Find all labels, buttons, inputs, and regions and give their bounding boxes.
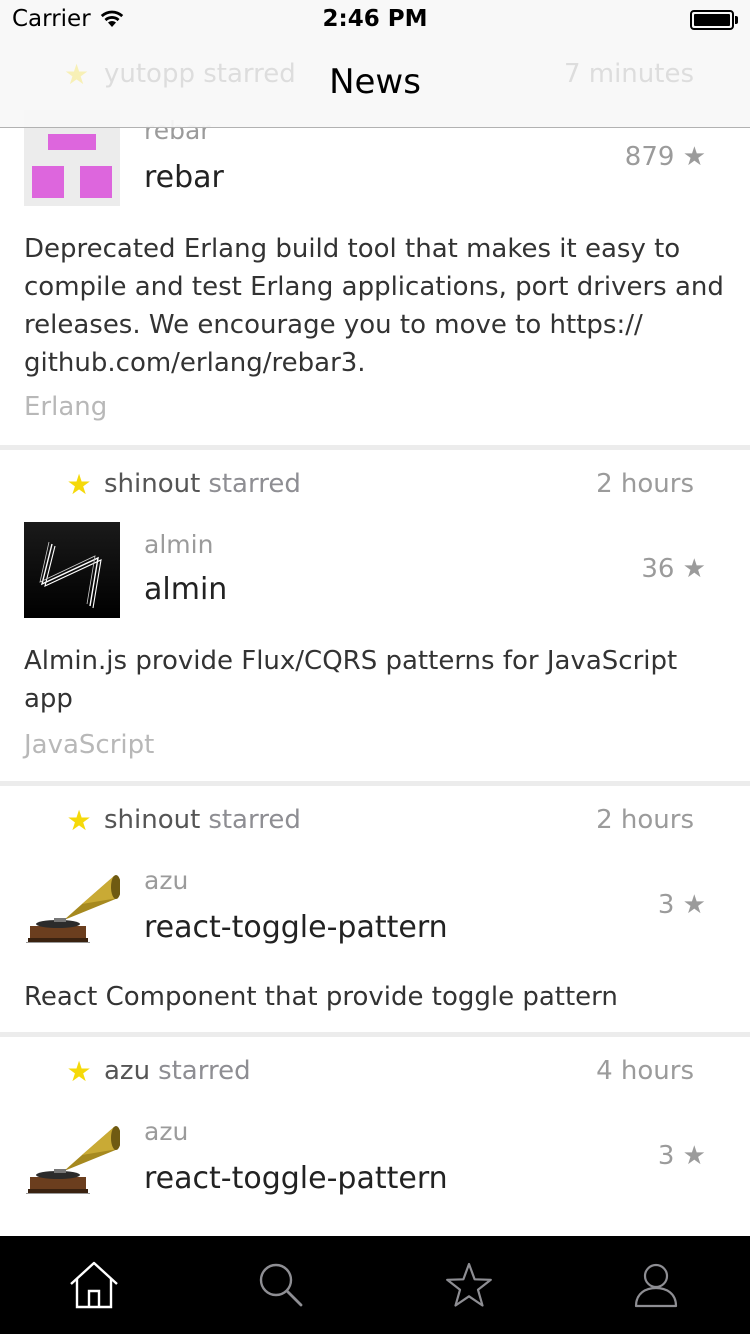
feed-item[interactable]: ★ azu starred 4 hours azu react-toggle-p… — [0, 1037, 750, 1236]
repo-name[interactable]: almin — [144, 572, 227, 607]
event-row: ★ azu starred 4 hours — [64, 1051, 694, 1091]
star-count: 3 ★ — [657, 1141, 706, 1171]
event-actor[interactable]: shinout — [104, 469, 200, 499]
repo-language: Erlang — [24, 392, 108, 422]
battery-icon — [690, 10, 738, 30]
repo-description: Deprecated Erlang build tool that makes … — [24, 234, 724, 378]
navigation-bar: ★ yutopp starred 7 minutes Carrier 2:46 … — [0, 0, 750, 128]
repo-owner[interactable]: azu — [144, 1117, 188, 1146]
page-title: News — [329, 62, 421, 102]
star-icon: ★ — [66, 1054, 92, 1088]
event-action: starred — [208, 805, 301, 835]
tab-starred[interactable] — [375, 1236, 563, 1334]
repo-owner[interactable]: almin — [144, 530, 213, 559]
event-action: starred — [158, 1056, 251, 1086]
home-icon — [69, 1261, 118, 1309]
repo-avatar-gramophone — [24, 858, 120, 954]
search-icon — [260, 1263, 303, 1307]
status-bar: Carrier 2:46 PM — [0, 0, 750, 40]
repo-avatar-almin-logo — [24, 522, 120, 618]
star-icon: ★ — [66, 467, 92, 501]
repo-owner[interactable]: azu — [144, 866, 188, 895]
tab-profile[interactable] — [563, 1236, 750, 1334]
event-time: 2 hours — [596, 805, 694, 835]
tab-search[interactable] — [188, 1236, 376, 1334]
tab-home[interactable] — [0, 1236, 188, 1334]
repo-language: JavaScript — [24, 730, 155, 760]
event-action: starred — [208, 469, 301, 499]
profile-icon — [635, 1263, 678, 1308]
screen: rebar rebar 879 ★ Deprecated Erlang buil… — [0, 0, 750, 1334]
repo-name[interactable]: react-toggle-pattern — [144, 910, 448, 945]
repo-description: Almin.js provide Flux/CQRS patterns for … — [24, 646, 678, 714]
event-actor[interactable]: shinout — [104, 805, 200, 835]
event-time: 4 hours — [596, 1056, 694, 1086]
clock: 2:46 PM — [322, 6, 428, 32]
event-actor[interactable]: azu — [104, 1056, 150, 1086]
star-icon: ★ — [66, 803, 92, 837]
repo-name[interactable]: rebar — [144, 160, 224, 195]
tab-bar — [0, 1236, 750, 1334]
star-icon — [445, 1262, 492, 1307]
event-time: 2 hours — [596, 469, 694, 499]
repo-avatar-gramophone — [24, 1109, 120, 1205]
repo-description: React Component that provide toggle patt… — [24, 982, 618, 1012]
event-row: ★ shinout starred 2 hours — [64, 464, 694, 504]
feed-item[interactable]: ★ shinout starred 2 hours almin almin 36… — [0, 450, 750, 786]
star-count: 36 ★ — [641, 554, 706, 584]
feed-item[interactable]: ★ shinout starred 2 hours azu react-togg… — [0, 786, 750, 1037]
event-row: ★ shinout starred 2 hours — [64, 800, 694, 840]
star-count: 3 ★ — [657, 890, 706, 920]
repo-name[interactable]: react-toggle-pattern — [144, 1161, 448, 1196]
news-feed[interactable]: rebar rebar 879 ★ Deprecated Erlang buil… — [0, 0, 750, 1236]
star-count: 879 ★ — [624, 142, 706, 172]
